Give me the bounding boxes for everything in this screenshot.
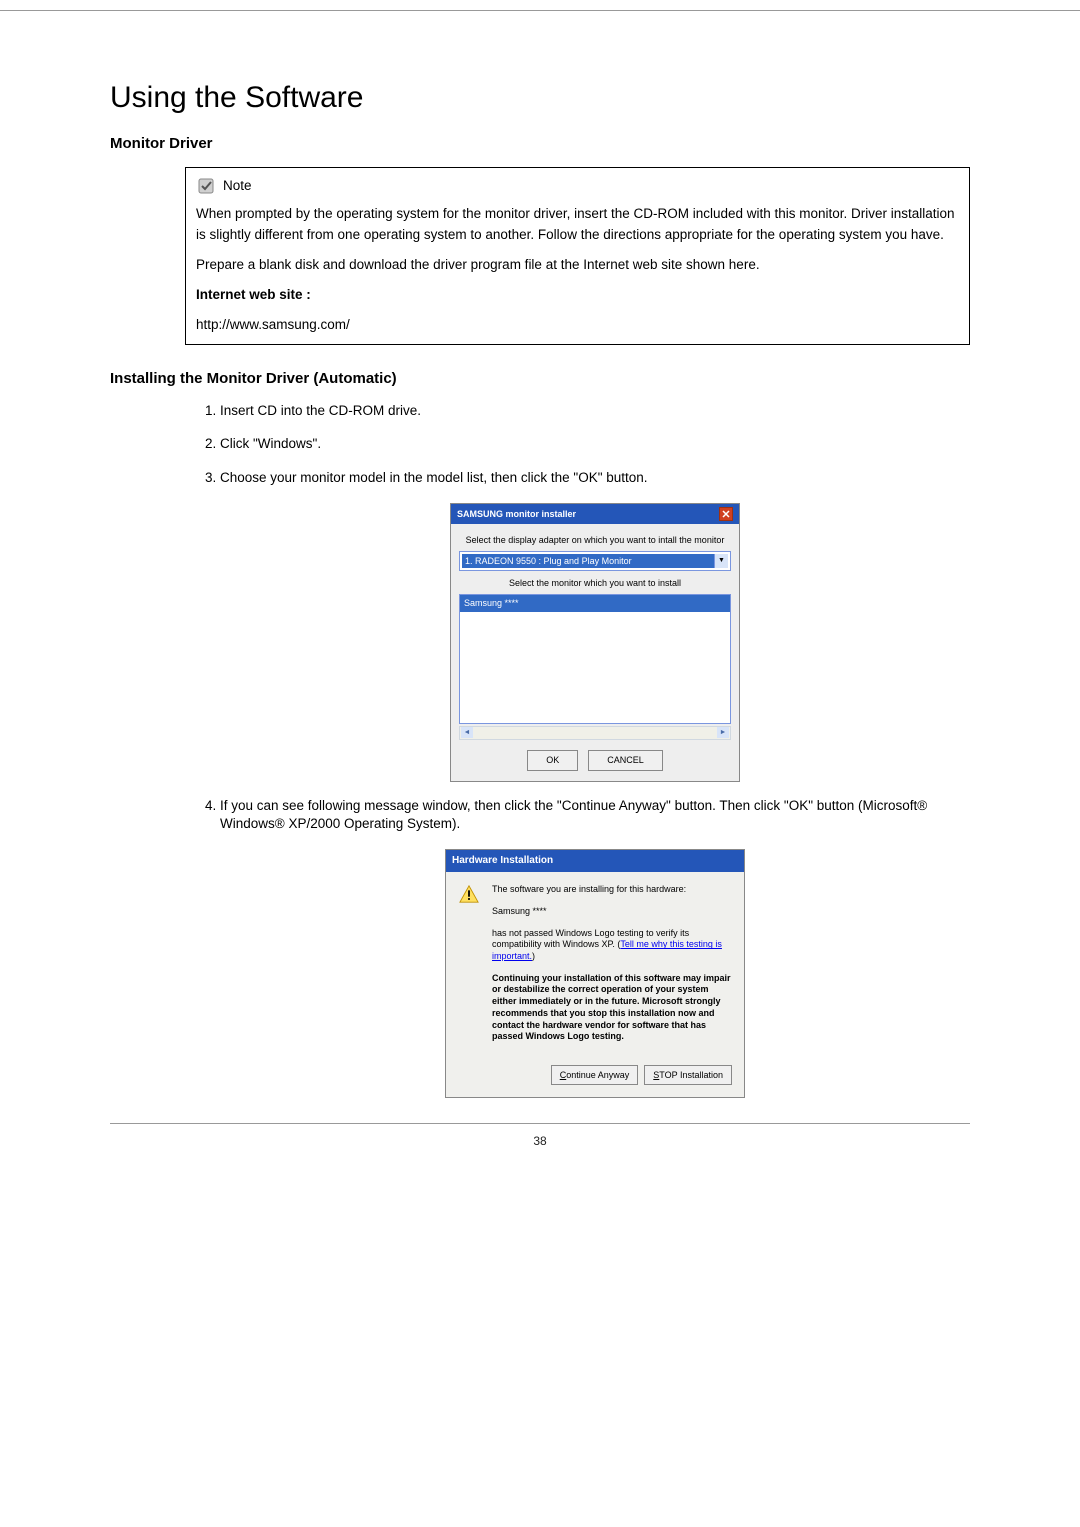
installer-dropdown-selected: 1. RADEON 9550 : Plug and Play Monitor (462, 554, 714, 569)
hardware-warning-1: has not passed Windows Logo testing to v… (492, 928, 732, 963)
scroll-right-icon[interactable]: ► (717, 727, 729, 738)
document-page: Using the Software Monitor Driver Note W… (0, 10, 1080, 1178)
step-3: Choose your monitor model in the model l… (220, 469, 970, 781)
hardware-warning-2: Continuing your installation of this sof… (492, 973, 732, 1043)
note-header: Note (196, 176, 959, 196)
continue-anyway-button[interactable]: Continue Anyway (551, 1065, 639, 1086)
page-number: 38 (110, 1123, 970, 1148)
hardware-content: The software you are installing for this… (492, 884, 732, 1053)
chevron-down-icon[interactable]: ▼ (714, 554, 728, 569)
installer-titlebar: SAMSUNG monitor installer (451, 504, 739, 524)
ok-button[interactable]: OK (527, 750, 578, 771)
installer-window: SAMSUNG monitor installer Select the dis… (450, 503, 740, 781)
step-3-text: Choose your monitor model in the model l… (220, 470, 648, 485)
note-paragraph-2: Prepare a blank disk and download the dr… (196, 255, 959, 275)
hardware-buttons: Continue Anyway STOP Installation (446, 1065, 744, 1098)
note-url: http://www.samsung.com/ (196, 315, 959, 335)
hardware-body: The software you are installing for this… (446, 872, 744, 1065)
installer-list[interactable]: Samsung **** (459, 594, 731, 724)
installer-title: SAMSUNG monitor installer (457, 508, 576, 521)
warning-icon (458, 884, 482, 1053)
steps-list: Insert CD into the CD-ROM drive. Click "… (185, 402, 970, 1099)
hardware-warning-1b: ) (532, 951, 535, 961)
installer-body: Select the display adapter on which you … (451, 524, 739, 780)
page-title: Using the Software (110, 81, 970, 115)
hardware-installation-window: Hardware Installation The software you a… (445, 849, 745, 1098)
note-label: Note (223, 176, 252, 196)
hardware-device: Samsung **** (492, 906, 732, 918)
close-icon[interactable] (719, 507, 733, 521)
note-paragraph-1: When prompted by the operating system fo… (196, 204, 959, 245)
installer-scrollbar[interactable]: ◄ ► (459, 726, 731, 740)
note-icon (196, 176, 218, 196)
note-box: Note When prompted by the operating syst… (185, 167, 970, 345)
cancel-button[interactable]: CANCEL (588, 750, 663, 771)
hardware-intro: The software you are installing for this… (492, 884, 732, 896)
stop-installation-button[interactable]: STOP Installation (644, 1065, 732, 1086)
installer-dropdown[interactable]: 1. RADEON 9550 : Plug and Play Monitor ▼ (459, 551, 731, 572)
step-4: If you can see following message window,… (220, 797, 970, 1099)
stop-btn-rest: TOP Installation (659, 1070, 723, 1080)
step-1: Insert CD into the CD-ROM drive. (220, 402, 970, 421)
installer-label-monitor: Select the monitor which you want to ins… (459, 577, 731, 590)
installer-label-adapter: Select the display adapter on which you … (459, 534, 731, 547)
step-2: Click "Windows". (220, 435, 970, 454)
hardware-titlebar: Hardware Installation (446, 850, 744, 872)
continue-btn-rest: ontinue Anyway (566, 1070, 629, 1080)
note-website-label: Internet web site : (196, 285, 959, 305)
section-heading-monitor-driver: Monitor Driver (110, 135, 970, 152)
installer-buttons: OK CANCEL (459, 750, 731, 771)
scroll-left-icon[interactable]: ◄ (461, 727, 473, 738)
step-4-text: If you can see following message window,… (220, 798, 927, 832)
installer-list-item[interactable]: Samsung **** (460, 595, 730, 612)
section-heading-installing: Installing the Monitor Driver (Automatic… (110, 370, 970, 387)
